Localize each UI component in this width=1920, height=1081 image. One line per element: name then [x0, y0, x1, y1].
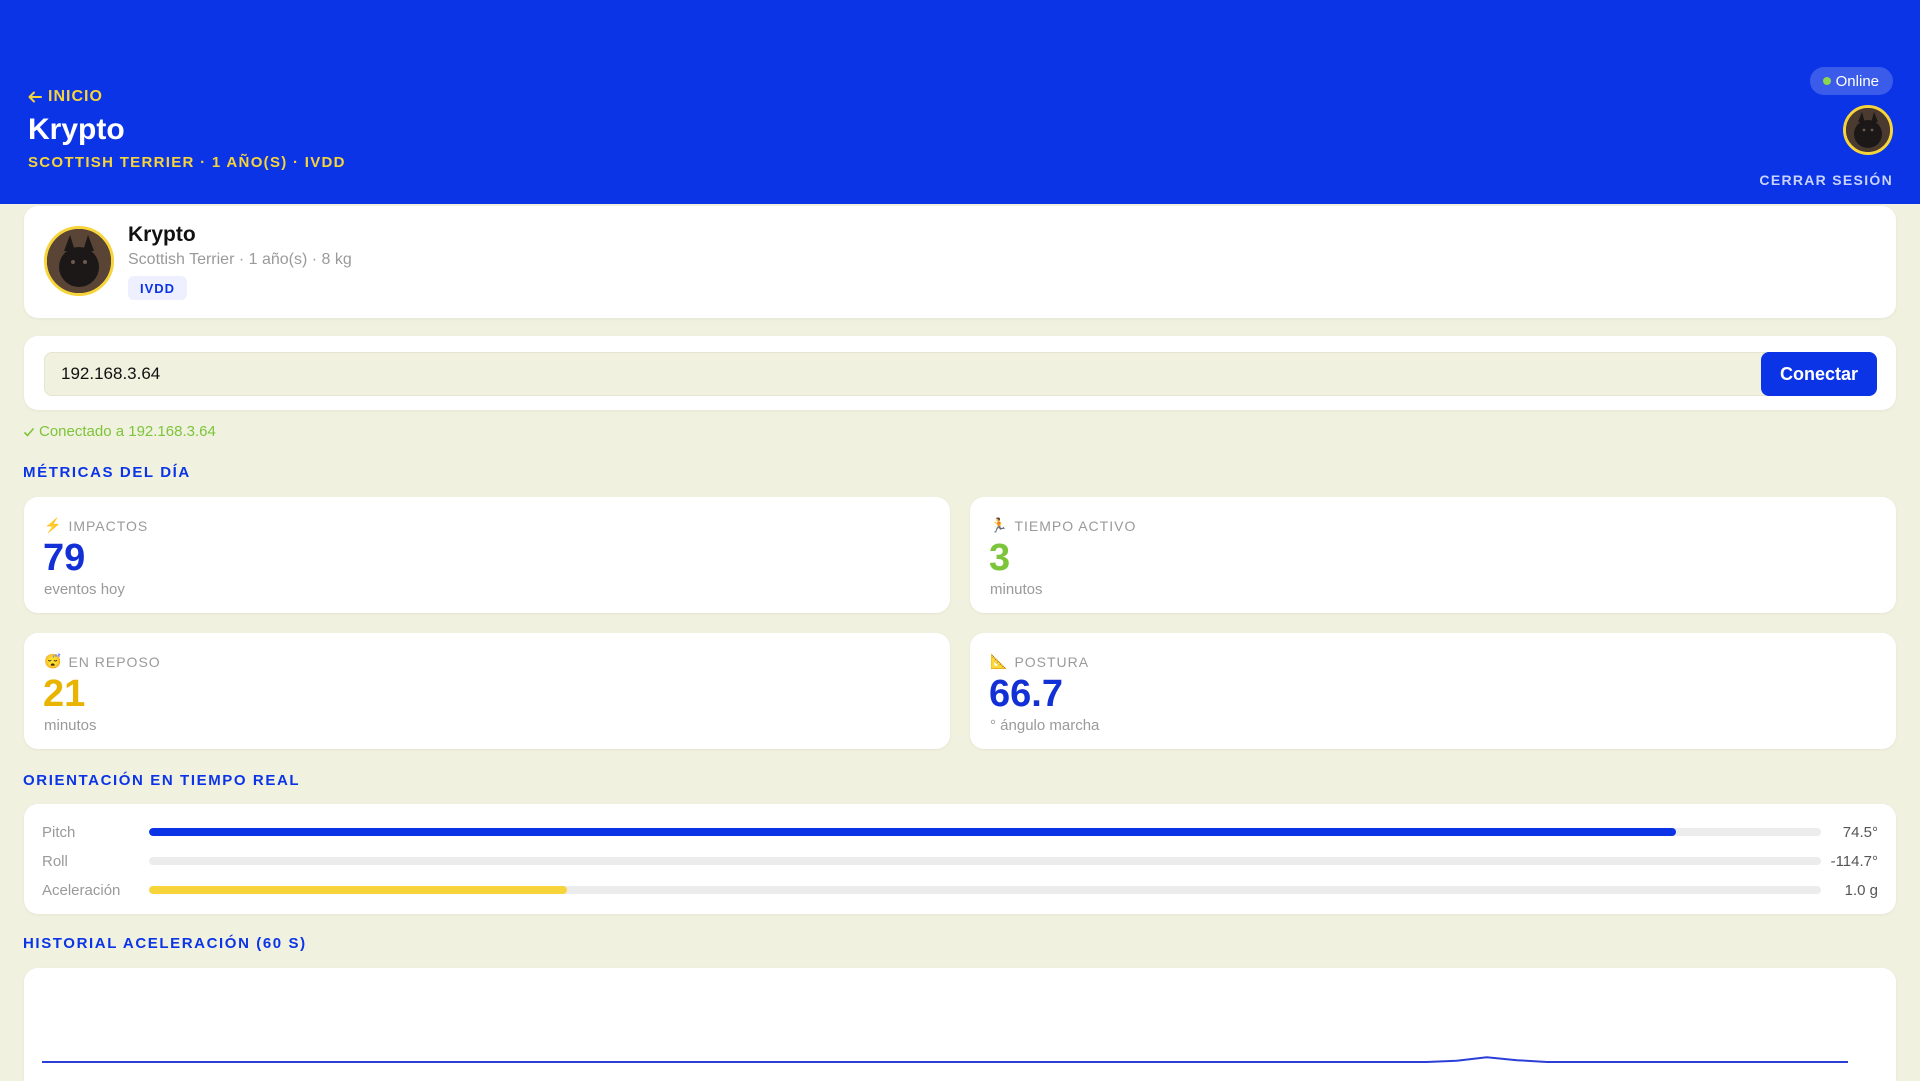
metric-label-text: POSTURA	[1014, 653, 1090, 670]
orientation-bar-track	[149, 828, 1821, 836]
metrics-section-title: MÉTRICAS DEL DÍA	[23, 464, 191, 481]
triangle-ruler-icon: 📐	[990, 653, 1009, 669]
metric-label-text: TIEMPO ACTIVO	[1014, 517, 1137, 534]
metric-value: 21	[43, 673, 86, 715]
ip-address-input[interactable]	[44, 352, 1774, 396]
connection-status: Conectado a 192.168.3.64	[23, 423, 216, 440]
orientation-row: Pitch 74.5°	[24, 822, 1896, 842]
acceleration-series-line	[42, 1056, 1848, 1063]
orientation-label: Pitch	[42, 824, 76, 841]
back-link-label: INICIO	[48, 88, 103, 105]
pet-avatar	[44, 226, 114, 296]
app-header: INICIO Krypto SCOTTISH TERRIER · 1 AÑO(S…	[0, 0, 1920, 204]
metric-label: 🏃 TIEMPO ACTIVO	[990, 517, 1136, 534]
back-link[interactable]: INICIO	[28, 88, 103, 106]
metric-card: ⚡ IMPACTOS 79 eventos hoy	[24, 497, 950, 613]
page-subtitle: SCOTTISH TERRIER · 1 AÑO(S) · IVDD	[28, 154, 346, 171]
connection-status-text: Conectado a 192.168.3.64	[39, 423, 216, 440]
condition-tag: IVDD	[128, 276, 188, 300]
metric-unit: minutos	[990, 581, 1043, 598]
page-title: Krypto	[28, 113, 125, 146]
metric-unit: minutos	[44, 717, 97, 734]
metric-card: 🏃 TIEMPO ACTIVO 3 minutos	[970, 497, 1896, 613]
metric-label: 😴 EN REPOSO	[44, 653, 161, 670]
metric-card: 📐 POSTURA 66.7 ° ángulo marcha	[970, 633, 1896, 749]
lightning-icon: ⚡	[44, 517, 63, 533]
metric-unit: ° ángulo marcha	[990, 717, 1100, 734]
orientation-value: 1.0 g	[1844, 882, 1878, 899]
orientation-section-title: ORIENTACIÓN EN TIEMPO REAL	[23, 772, 301, 789]
sleeping-face-icon: 😴	[44, 653, 63, 669]
orientation-row: Aceleración 1.0 g	[24, 880, 1896, 900]
status-badge: Online	[1809, 67, 1893, 95]
pet-name: Krypto	[128, 223, 196, 246]
orientation-bar-track	[149, 857, 1821, 865]
metric-value: 79	[43, 537, 86, 579]
orientation-value: 74.5°	[1842, 824, 1878, 841]
acceleration-history-chart	[42, 1056, 1848, 1063]
orientation-label: Aceleración	[42, 882, 121, 899]
history-section-title: HISTORIAL ACELERACIÓN (60 S)	[23, 935, 307, 952]
logout-link[interactable]: CERRAR SESIÓN	[1759, 172, 1893, 188]
metric-card: 😴 EN REPOSO 21 minutos	[24, 633, 950, 749]
metric-label-text: IMPACTOS	[68, 517, 149, 534]
orientation-bar-fill	[149, 828, 1676, 836]
orientation-bar-track	[149, 886, 1821, 894]
orientation-bar-fill	[149, 886, 567, 894]
metric-value: 3	[989, 537, 1011, 579]
status-dot-icon	[1822, 77, 1831, 85]
connect-button[interactable]: Conectar	[1761, 352, 1877, 396]
orientation-row: Roll -114.7°	[24, 851, 1896, 871]
metric-label-text: EN REPOSO	[68, 653, 161, 670]
metric-label: ⚡ IMPACTOS	[44, 517, 148, 534]
pet-profile-card: Krypto Scottish Terrier · 1 año(s) · 8 k…	[24, 206, 1896, 318]
user-avatar[interactable]	[1843, 105, 1893, 155]
arrow-left-icon	[28, 91, 42, 103]
status-label: Online	[1835, 72, 1879, 90]
metric-unit: eventos hoy	[44, 581, 125, 598]
pet-details: Scottish Terrier · 1 año(s) · 8 kg	[128, 251, 352, 268]
orientation-value: -114.7°	[1830, 853, 1878, 870]
orientation-card: Pitch 74.5° Roll -114.7° Aceleración 1.0 g	[24, 804, 1896, 914]
acceleration-history-card	[24, 968, 1896, 1081]
dog-photo-icon	[47, 229, 111, 293]
metric-value: 66.7	[989, 673, 1063, 715]
checkmark-icon	[23, 427, 35, 437]
metric-label: 📐 POSTURA	[990, 653, 1089, 670]
connection-card: Conectar	[24, 336, 1896, 410]
runner-icon: 🏃	[990, 517, 1009, 533]
orientation-label: Roll	[42, 853, 68, 870]
dog-avatar-icon	[1846, 108, 1890, 152]
